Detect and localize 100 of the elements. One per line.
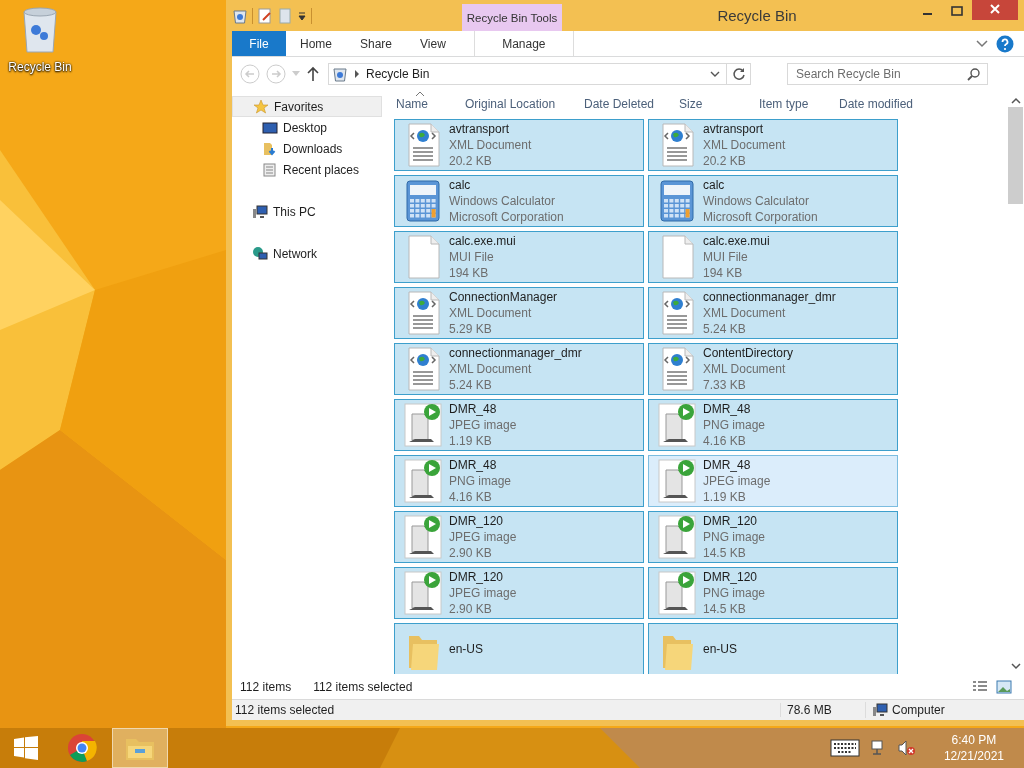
windows-logo-icon	[13, 735, 39, 761]
file-tile[interactable]: DMR_48 JPEG image 1.19 KB	[648, 455, 898, 507]
sort-field[interactable]: Date Deleted	[584, 97, 679, 111]
caret-icon[interactable]	[297, 10, 307, 21]
file-detail: 5.24 KB	[703, 321, 747, 337]
ribbon-tab[interactable]: File	[232, 31, 286, 56]
file-name: DMR_120	[449, 513, 505, 529]
file-detail: 2.90 KB	[449, 545, 493, 561]
file-tile[interactable]: avtransport XML Document 20.2 KB	[394, 119, 644, 171]
file-tile[interactable]: DMR_48 PNG image 4.16 KB	[394, 455, 644, 507]
sort-field[interactable]: Name	[396, 97, 465, 111]
nav-item[interactable]: Favorites	[232, 96, 382, 117]
search-icon	[967, 68, 980, 81]
file-detail: XML Document	[703, 361, 787, 377]
sort-field[interactable]: Size	[679, 97, 759, 111]
nav-item[interactable]: Desktop	[232, 117, 382, 138]
ribbon-tab[interactable]: Manage	[473, 31, 574, 56]
recycle-bin-icon	[20, 6, 60, 54]
file-detail: XML Document	[449, 305, 533, 321]
help-icon[interactable]	[996, 34, 1014, 53]
search-field[interactable]: Search Recycle Bin	[787, 63, 988, 85]
sort-field[interactable]: Original Location	[465, 97, 584, 111]
keyboard-icon[interactable]	[829, 739, 860, 757]
scroll-up-icon[interactable]	[1010, 97, 1021, 105]
calculator-icon	[657, 178, 697, 224]
computer-icon	[252, 203, 268, 220]
ribbon-tab[interactable]: View	[406, 31, 460, 56]
details-view-icon[interactable]	[972, 679, 988, 694]
media-server-icon	[403, 458, 443, 504]
media-server-icon	[657, 570, 697, 616]
expand-ribbon-icon[interactable]	[976, 39, 988, 48]
file-tile[interactable]: en-US	[648, 623, 898, 674]
up-button[interactable]	[306, 66, 320, 82]
file-name: en-US	[703, 641, 737, 657]
file-tile[interactable]: ContentDirectory XML Document 7.33 KB	[648, 343, 898, 395]
file-tile[interactable]: calc Windows Calculator Microsoft Corporation	[394, 175, 644, 227]
file-detail: Microsoft Corporation	[703, 209, 818, 225]
file-tile[interactable]: ConnectionManager XML Document 5.29 KB	[394, 287, 644, 339]
file-tile[interactable]: DMR_120 PNG image 14.5 KB	[648, 511, 898, 563]
file-tile[interactable]: DMR_48 PNG image 4.16 KB	[648, 399, 898, 451]
file-tile[interactable]: calc.exe.mui MUI File 194 KB	[394, 231, 644, 283]
file-name: ContentDirectory	[703, 345, 794, 361]
file-detail: 4.16 KB	[449, 489, 493, 505]
address-path[interactable]: Recycle Bin	[366, 67, 430, 81]
nav-item[interactable]: Downloads	[232, 138, 382, 159]
address-field[interactable]: Recycle Bin	[328, 63, 751, 85]
file-tile[interactable]: DMR_120 JPEG image 2.90 KB	[394, 511, 644, 563]
sort-field[interactable]: Item type	[759, 97, 839, 111]
file-detail: MUI File	[703, 249, 749, 265]
file-tile[interactable]: calc.exe.mui MUI File 194 KB	[648, 231, 898, 283]
file-detail: XML Document	[703, 137, 786, 153]
network-icon	[252, 245, 268, 262]
file-tile[interactable]: en-US	[394, 623, 644, 674]
scrollbar-thumb[interactable]	[1008, 107, 1023, 204]
file-detail: PNG image	[703, 585, 766, 601]
ribbon-tab[interactable]: Home	[286, 31, 346, 56]
file-detail: 1.19 KB	[449, 433, 493, 449]
media-server-icon	[657, 458, 697, 504]
file-tile[interactable]: calc Windows Calculator Microsoft Corporation	[648, 175, 898, 227]
sort-field[interactable]: Date modified	[839, 97, 929, 111]
star-icon	[253, 98, 269, 115]
file-detail: PNG image	[449, 473, 512, 489]
ribbon-tab[interactable]: Share	[346, 31, 407, 56]
large-icons-view-icon[interactable]	[996, 679, 1012, 694]
window-title: Recycle Bin	[716, 6, 798, 26]
close-icon	[989, 3, 1001, 15]
file-name: DMR_48	[449, 457, 498, 473]
file-detail: JPEG image	[449, 585, 517, 601]
maximize-icon	[951, 6, 963, 16]
media-server-icon	[657, 514, 697, 560]
volume-muted-icon[interactable]	[897, 739, 916, 757]
file-detail: 20.2 KB	[449, 153, 493, 169]
file-detail: 14.5 KB	[703, 545, 747, 561]
file-detail: Microsoft Corporation	[449, 209, 564, 225]
nav-item[interactable]: Network	[232, 243, 382, 264]
file-detail: JPEG image	[449, 529, 517, 545]
context-tab-group: Recycle Bin Tools	[462, 4, 562, 31]
status-size: 78.6 MB	[787, 703, 832, 717]
file-detail: PNG image	[703, 417, 766, 433]
file-tile[interactable]: connectionmanager_dmr XML Document 5.24 KB	[648, 287, 898, 339]
close-button[interactable]	[972, 0, 1018, 20]
file-name: DMR_48	[703, 457, 752, 473]
breadcrumb-arrow-icon[interactable]	[354, 70, 360, 78]
desktop-icon	[262, 119, 278, 136]
file-tile[interactable]: DMR_120 JPEG image 2.90 KB	[394, 567, 644, 619]
file-detail: XML Document	[449, 137, 532, 153]
media-server-icon	[403, 514, 443, 560]
nav-item[interactable]: Recent places	[232, 159, 382, 180]
file-name: avtransport	[703, 121, 765, 137]
status-location: Computer	[892, 703, 945, 717]
file-tile[interactable]: avtransport XML Document 20.2 KB	[648, 119, 898, 171]
file-tile[interactable]: DMR_48 JPEG image 1.19 KB	[394, 399, 644, 451]
dropdown-chevron-icon[interactable]	[710, 71, 720, 77]
file-name: ConnectionManager	[449, 289, 558, 305]
file-tile[interactable]: DMR_120 PNG image 14.5 KB	[648, 567, 898, 619]
file-tile[interactable]: connectionmanager_dmr XML Document 5.24 KB	[394, 343, 644, 395]
nav-item[interactable]: This PC	[232, 201, 382, 222]
scroll-down-icon[interactable]	[1010, 662, 1021, 670]
file-detail: 2.90 KB	[449, 601, 493, 617]
properties-icon[interactable]	[257, 7, 273, 24]
